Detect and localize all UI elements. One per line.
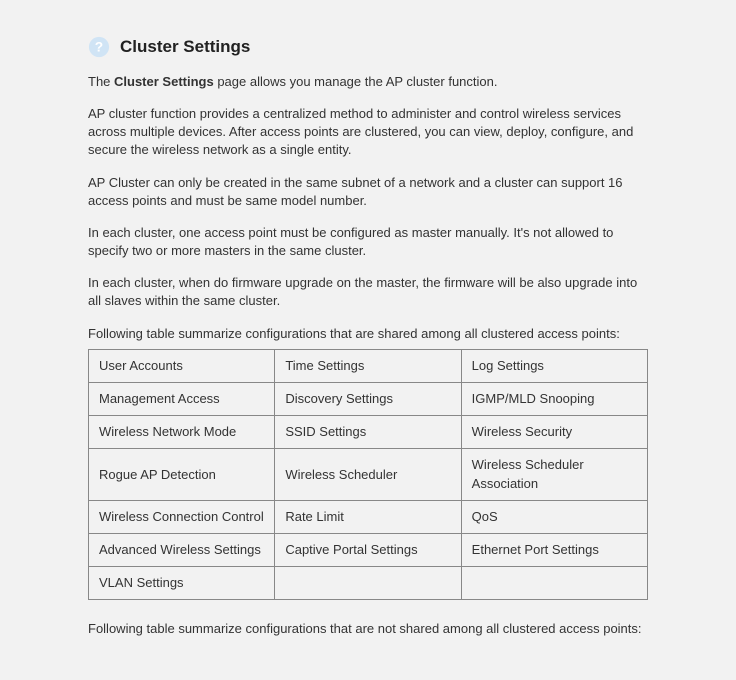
table-cell: Wireless Scheduler Association [461,449,647,500]
page-title: Cluster Settings [120,35,250,59]
intro-p1-prefix: The [88,74,114,89]
intro-p1-suffix: page allows you manage the AP cluster fu… [214,74,498,89]
table-cell: Rogue AP Detection [89,449,275,500]
table-cell: Rate Limit [275,500,461,533]
table-cell: Log Settings [461,349,647,382]
table-cell [461,567,647,600]
table-row: Wireless Connection Control Rate Limit Q… [89,500,648,533]
table-cell: Discovery Settings [275,383,461,416]
table-cell: IGMP/MLD Snooping [461,383,647,416]
intro-paragraph-3: AP Cluster can only be created in the sa… [88,174,648,210]
not-shared-table-caption: Following table summarize configurations… [88,620,648,638]
table-cell: SSID Settings [275,416,461,449]
table-cell [275,567,461,600]
table-cell: Advanced Wireless Settings [89,533,275,566]
table-cell: Captive Portal Settings [275,533,461,566]
intro-paragraph-5: In each cluster, when do firmware upgrad… [88,274,648,310]
table-cell: Wireless Scheduler [275,449,461,500]
table-cell: QoS [461,500,647,533]
table-cell: Management Access [89,383,275,416]
table-cell: Wireless Network Mode [89,416,275,449]
svg-text:?: ? [95,39,103,54]
table-cell: Ethernet Port Settings [461,533,647,566]
table-row: Wireless Network Mode SSID Settings Wire… [89,416,648,449]
table-cell: Wireless Connection Control [89,500,275,533]
table-cell: User Accounts [89,349,275,382]
table-row: Advanced Wireless Settings Captive Porta… [89,533,648,566]
intro-paragraph-2: AP cluster function provides a centraliz… [88,105,648,160]
table-cell: Wireless Security [461,416,647,449]
page-header: ? Cluster Settings [88,35,648,59]
shared-table-caption: Following table summarize configurations… [88,325,648,343]
table-row: User Accounts Time Settings Log Settings [89,349,648,382]
intro-paragraph-1: The Cluster Settings page allows you man… [88,73,648,91]
table-row: Management Access Discovery Settings IGM… [89,383,648,416]
table-cell: Time Settings [275,349,461,382]
intro-p1-bold: Cluster Settings [114,74,214,89]
table-row: Rogue AP Detection Wireless Scheduler Wi… [89,449,648,500]
table-cell: VLAN Settings [89,567,275,600]
shared-config-table: User Accounts Time Settings Log Settings… [88,349,648,601]
intro-paragraph-4: In each cluster, one access point must b… [88,224,648,260]
table-row: VLAN Settings [89,567,648,600]
help-icon: ? [88,36,110,58]
